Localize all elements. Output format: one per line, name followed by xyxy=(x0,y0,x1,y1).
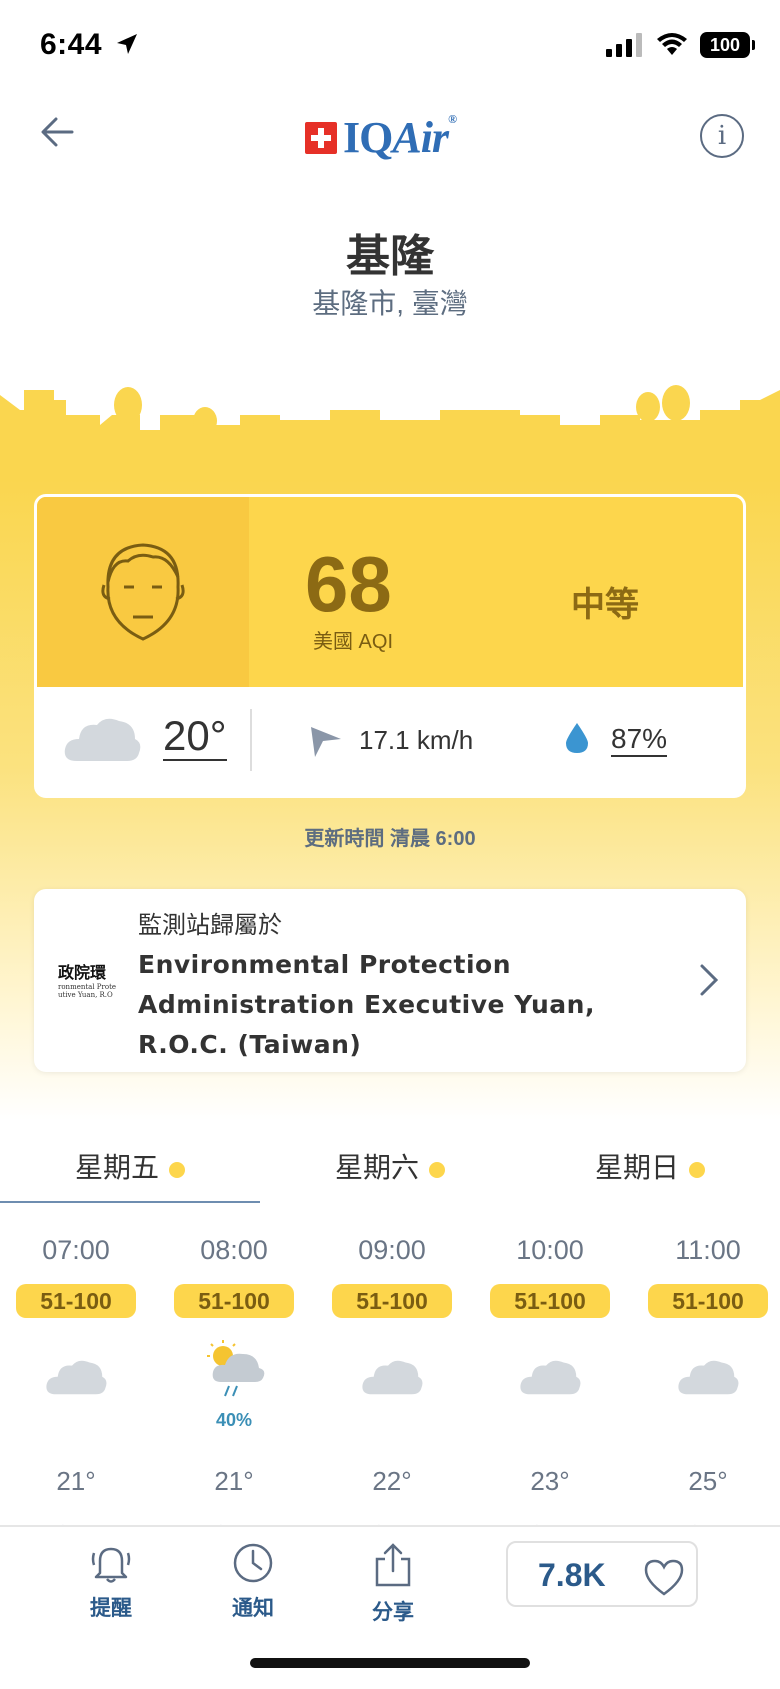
wifi-icon xyxy=(657,33,687,55)
notifications-label: 通知 xyxy=(232,1597,274,1620)
clock-icon xyxy=(233,1543,273,1583)
battery-level: 100 xyxy=(709,35,741,55)
hour-column: 07:00 51-100 21° xyxy=(6,1230,146,1553)
swiss-flag-icon xyxy=(305,121,337,154)
hour-temp: 25° xyxy=(688,1466,728,1496)
share-icon xyxy=(375,1543,411,1587)
iqair-logo: IQAir® xyxy=(305,112,457,163)
battery-icon: 100 xyxy=(700,32,755,58)
hour-column: 11:00 51-100 25° xyxy=(638,1230,778,1553)
like-count: 7.8K xyxy=(538,1557,606,1593)
info-button[interactable]: i xyxy=(700,114,744,158)
hour-weather xyxy=(480,1338,620,1418)
heart-icon xyxy=(644,1559,684,1596)
hour-column: 10:00 51-100 23° xyxy=(480,1230,620,1553)
logo-text-air: Air xyxy=(392,113,449,162)
cloud-icon xyxy=(520,1360,581,1395)
status-icons: 100 xyxy=(606,32,755,58)
cloud-icon xyxy=(64,718,141,761)
hour-weather xyxy=(6,1338,146,1418)
alerts-label: 提醒 xyxy=(90,1597,132,1620)
notifications-button[interactable]: 通知 xyxy=(208,1541,298,1622)
aqi-face-box xyxy=(37,497,249,687)
hour-time: 10:00 xyxy=(516,1235,584,1265)
active-tab-indicator xyxy=(0,1201,260,1203)
hour-time: 07:00 xyxy=(42,1235,110,1265)
share-label: 分享 xyxy=(372,1601,414,1624)
alerts-button[interactable]: 提醒 xyxy=(66,1541,156,1622)
hour-temp: 21° xyxy=(214,1466,254,1496)
hour-weather: 40% xyxy=(164,1338,304,1430)
city-region: 基隆市, 臺灣 xyxy=(312,288,468,319)
moderate-face-icon xyxy=(101,543,185,641)
hour-weather xyxy=(322,1338,462,1418)
tab-sunday-label: 星期日 xyxy=(594,1152,679,1183)
tab-friday-label: 星期五 xyxy=(74,1152,159,1183)
temperature[interactable]: 20° xyxy=(163,713,227,761)
aqi-level: 中等 xyxy=(571,586,639,624)
wind-speed: 17.1 km/h xyxy=(359,725,474,755)
updated-time: 更新時間 清晨 6:00 xyxy=(304,828,476,850)
tab-saturday[interactable]: 星期六 xyxy=(260,1146,520,1186)
hour-column: 08:00 51-100 40% 21° xyxy=(164,1230,304,1553)
chevron-right-icon xyxy=(700,964,719,996)
info-icon: i xyxy=(717,121,727,151)
hour-column: 09:00 51-100 22° xyxy=(322,1230,462,1553)
back-button[interactable] xyxy=(36,110,80,154)
hour-weather xyxy=(638,1338,778,1418)
tab-friday[interactable]: 星期五 xyxy=(0,1146,260,1186)
signal-icon xyxy=(606,33,642,57)
aqi-banner: 68 美國 AQI 中等 xyxy=(37,497,743,687)
station-logo-line1: ronmental Prote xyxy=(58,983,117,991)
station-title: 監測站歸屬於 xyxy=(138,912,282,939)
hour-aqi-pill: 51-100 xyxy=(332,1284,452,1318)
hour-aqi-pill: 51-100 xyxy=(490,1284,610,1318)
humidity[interactable]: 87% xyxy=(611,723,668,757)
hour-temp: 23° xyxy=(530,1466,570,1496)
hour-time: 11:00 xyxy=(675,1235,741,1265)
station-logo-line2: utive Yuan, R.O xyxy=(58,991,113,999)
aqi-dot xyxy=(429,1161,445,1178)
aqi-label: 美國 AQI xyxy=(313,631,394,653)
station-logo-title: 政院環 xyxy=(58,963,107,982)
like-button[interactable]: 7.8K xyxy=(506,1541,698,1607)
aqi-card[interactable]: 68 美國 AQI 中等 20° 17.1 km/h 87% xyxy=(34,494,746,798)
station-name: Environmental Protection Administration … xyxy=(138,950,595,1059)
cloud-icon xyxy=(362,1360,423,1395)
hour-time: 08:00 xyxy=(200,1235,268,1265)
hour-aqi-pill: 51-100 xyxy=(16,1284,136,1318)
status-time-text: 6:44 xyxy=(40,28,103,61)
tab-sunday[interactable]: 星期日 xyxy=(520,1146,780,1186)
aqi-dot xyxy=(689,1161,705,1178)
sun-rain-cloud-icon xyxy=(207,1340,265,1397)
city-name: 基隆 xyxy=(346,232,434,281)
share-button[interactable]: 分享 xyxy=(348,1541,438,1626)
divider xyxy=(250,709,252,771)
cloud-icon xyxy=(46,1360,107,1395)
logo-text: IQAir® xyxy=(343,112,457,163)
wind-direction-icon xyxy=(311,727,341,757)
cloud-icon xyxy=(678,1360,739,1395)
station-logo: 政院環 ronmental Prote utive Yuan, R.O xyxy=(58,959,118,1003)
location-arrow-icon xyxy=(116,34,137,54)
hour-temp: 21° xyxy=(56,1466,96,1496)
humidity-drop-icon xyxy=(566,723,588,753)
bell-icon xyxy=(91,1547,131,1583)
station-card[interactable]: 政院環 ronmental Prote utive Yuan, R.O 監測站歸… xyxy=(34,889,746,1072)
aqi-value: 68 xyxy=(305,540,392,628)
hour-temp: 22° xyxy=(372,1466,412,1496)
logo-text-iq: IQ xyxy=(343,113,393,162)
logo-registered-mark: ® xyxy=(448,112,457,126)
home-indicator[interactable] xyxy=(250,1658,530,1668)
rain-chance: 40% xyxy=(215,1410,253,1430)
hour-aqi-pill: 51-100 xyxy=(174,1284,294,1318)
aqi-dot xyxy=(169,1161,185,1178)
weather-row: 20° 17.1 km/h 87% xyxy=(37,687,743,795)
hour-aqi-pill: 51-100 xyxy=(648,1284,768,1318)
arrow-left-icon xyxy=(41,117,74,147)
tab-saturday-label: 星期六 xyxy=(334,1152,419,1183)
status-time: 6:44 xyxy=(40,28,139,62)
hour-time: 09:00 xyxy=(358,1235,426,1265)
